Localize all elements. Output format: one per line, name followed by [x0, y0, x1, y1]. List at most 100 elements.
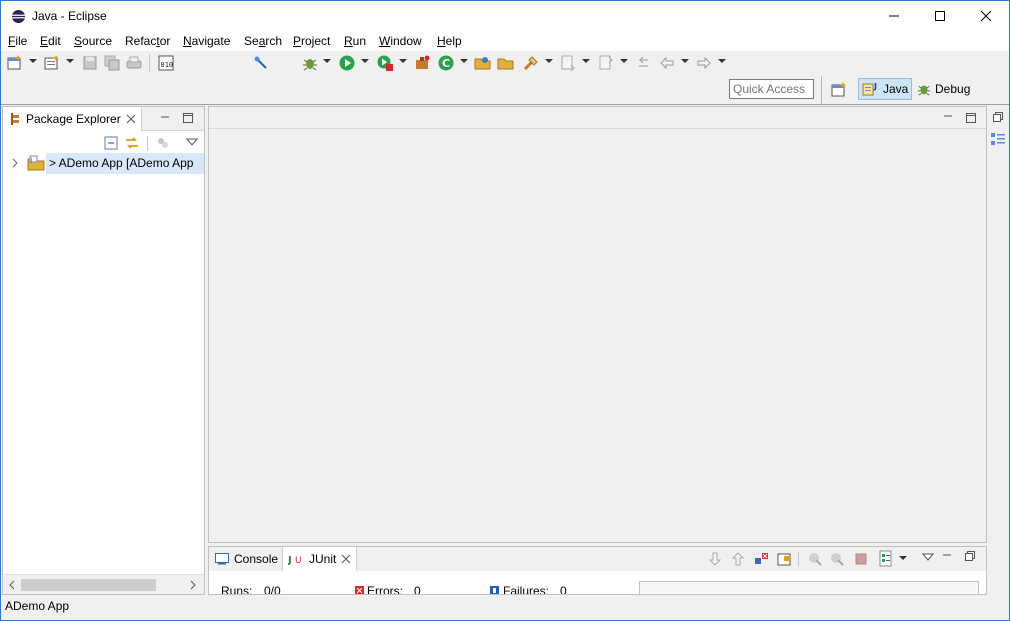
coverage-icon[interactable]	[376, 54, 394, 72]
status-bar: ADemo App	[1, 596, 1009, 620]
right-trim-stack	[987, 106, 1009, 595]
rerun-test-icon[interactable]	[807, 551, 823, 567]
menu-source[interactable]: Source	[74, 34, 112, 48]
menu-window[interactable]: Window	[379, 34, 422, 48]
new-java-package-icon[interactable]	[43, 54, 61, 72]
test-run-history-icon[interactable]	[878, 550, 894, 568]
menu-file[interactable]: File	[8, 34, 27, 48]
outline-icon[interactable]	[990, 132, 1006, 148]
menu-run[interactable]: Run	[344, 34, 366, 48]
back-dropdown-icon[interactable]	[681, 59, 689, 63]
menu-edit[interactable]: Edit	[40, 34, 61, 48]
tab-console[interactable]: Console	[209, 547, 284, 571]
maximize-view-icon[interactable]	[183, 113, 193, 123]
tab-package-explorer[interactable]: Package Explorer	[3, 107, 142, 131]
maximize-button[interactable]	[917, 1, 963, 31]
junit-view-menu-icon[interactable]	[922, 553, 934, 561]
maximize-editor-icon[interactable]	[966, 113, 976, 123]
toggle-binary-icon[interactable]: 010	[157, 54, 175, 72]
rerun-failures-first-icon[interactable]	[829, 551, 845, 567]
minimize-view-icon[interactable]	[160, 113, 170, 123]
next-annotation-dropdown-icon[interactable]	[582, 59, 590, 63]
print-icon[interactable]	[125, 54, 143, 72]
java-perspective-button[interactable]: J Java	[858, 78, 913, 100]
scroll-right-icon[interactable]	[189, 580, 197, 590]
previous-failure-icon[interactable]	[731, 552, 745, 566]
error-icon	[355, 586, 364, 594]
menu-refactor[interactable]: Refactor	[125, 34, 170, 48]
package-explorer-title: Package Explorer	[26, 112, 121, 126]
search-dropdown-icon[interactable]	[545, 59, 553, 63]
show-failures-only-icon[interactable]	[753, 551, 769, 567]
scroll-left-icon[interactable]	[8, 580, 16, 590]
restore-junit-icon[interactable]	[965, 551, 975, 561]
forward-dropdown-icon[interactable]	[718, 59, 726, 63]
horizontal-scrollbar[interactable]	[3, 574, 204, 594]
new-wizard-dropdown-icon[interactable]	[66, 59, 74, 63]
coverage-dropdown-icon[interactable]	[399, 59, 407, 63]
next-annotation-icon[interactable]	[559, 54, 577, 72]
test-history-dropdown-icon[interactable]	[899, 556, 907, 560]
java-perspective-icon: J	[862, 82, 877, 96]
chevron-right-icon[interactable]	[11, 158, 19, 168]
view-toolbar-separator	[147, 136, 148, 151]
tab-junit[interactable]: JU JUnit	[282, 547, 358, 571]
menu-project[interactable]: Project	[293, 34, 330, 48]
pin-editor-icon[interactable]	[252, 54, 270, 72]
minimize-editor-icon[interactable]	[943, 112, 953, 122]
open-perspective-icon[interactable]	[830, 81, 848, 99]
close-junit-view-icon[interactable]	[341, 554, 351, 564]
close-button[interactable]	[963, 1, 1009, 31]
failure-icon	[490, 586, 499, 594]
new-dropdown-icon[interactable]	[29, 59, 37, 63]
back-icon[interactable]	[658, 54, 676, 72]
minimize-junit-icon[interactable]	[942, 551, 952, 561]
save-icon[interactable]	[81, 54, 99, 72]
forward-icon[interactable]	[695, 54, 713, 72]
editor-header	[209, 107, 986, 129]
run-dropdown-icon[interactable]	[361, 59, 369, 63]
java-project-icon: J	[27, 155, 45, 171]
link-with-editor-icon[interactable]	[124, 135, 140, 151]
collapse-all-icon[interactable]	[104, 136, 118, 150]
menu-help[interactable]: Help	[437, 34, 462, 48]
svg-text:J: J	[30, 158, 32, 164]
stop-test-run-icon[interactable]	[854, 552, 868, 566]
focus-on-active-task-icon[interactable]	[156, 136, 170, 150]
next-failure-icon[interactable]	[708, 552, 722, 566]
tree-item-label: > ADemo App [ADemo App	[49, 156, 194, 170]
minimize-button[interactable]	[871, 1, 917, 31]
previous-annotation-icon[interactable]	[597, 54, 615, 72]
runs-label: Runs:	[221, 584, 253, 594]
menu-bar: File Edit Source Refactor Navigate Searc…	[1, 31, 1009, 51]
debug-perspective-button[interactable]: Debug	[913, 78, 973, 100]
run-icon[interactable]	[338, 54, 356, 72]
scrollbar-thumb[interactable]	[21, 579, 156, 591]
menu-navigate[interactable]: Navigate	[183, 34, 230, 48]
previous-annotation-dropdown-icon[interactable]	[620, 59, 628, 63]
svg-text:U: U	[295, 556, 302, 565]
menu-search[interactable]: Search	[244, 34, 282, 48]
view-menu-icon[interactable]	[186, 138, 198, 146]
debug-dropdown-icon[interactable]	[323, 59, 331, 63]
search-icon[interactable]	[522, 54, 540, 72]
new-class-icon[interactable]: C	[437, 54, 455, 72]
new-class-dropdown-icon[interactable]	[460, 59, 468, 63]
scroll-lock-icon[interactable]	[776, 551, 792, 567]
tree-item-ademo-app[interactable]: J > ADemo App [ADemo App	[8, 153, 204, 174]
save-all-icon[interactable]	[103, 54, 121, 72]
eclipse-logo-icon	[11, 9, 26, 24]
open-task-icon[interactable]	[497, 54, 515, 72]
quick-access-input[interactable]	[729, 79, 814, 99]
toolbar-bottom-line	[1, 104, 1009, 105]
restore-icon[interactable]	[993, 112, 1003, 122]
close-view-icon[interactable]	[126, 114, 136, 124]
debug-perspective-icon	[917, 85, 931, 96]
external-tools-icon[interactable]	[413, 54, 431, 72]
open-type-icon[interactable]	[474, 54, 492, 72]
junit-tab-label: JUnit	[309, 552, 337, 566]
last-edit-location-icon[interactable]	[634, 54, 652, 72]
svg-text:J: J	[873, 82, 877, 91]
debug-icon[interactable]	[301, 54, 319, 72]
new-icon[interactable]	[6, 54, 24, 72]
